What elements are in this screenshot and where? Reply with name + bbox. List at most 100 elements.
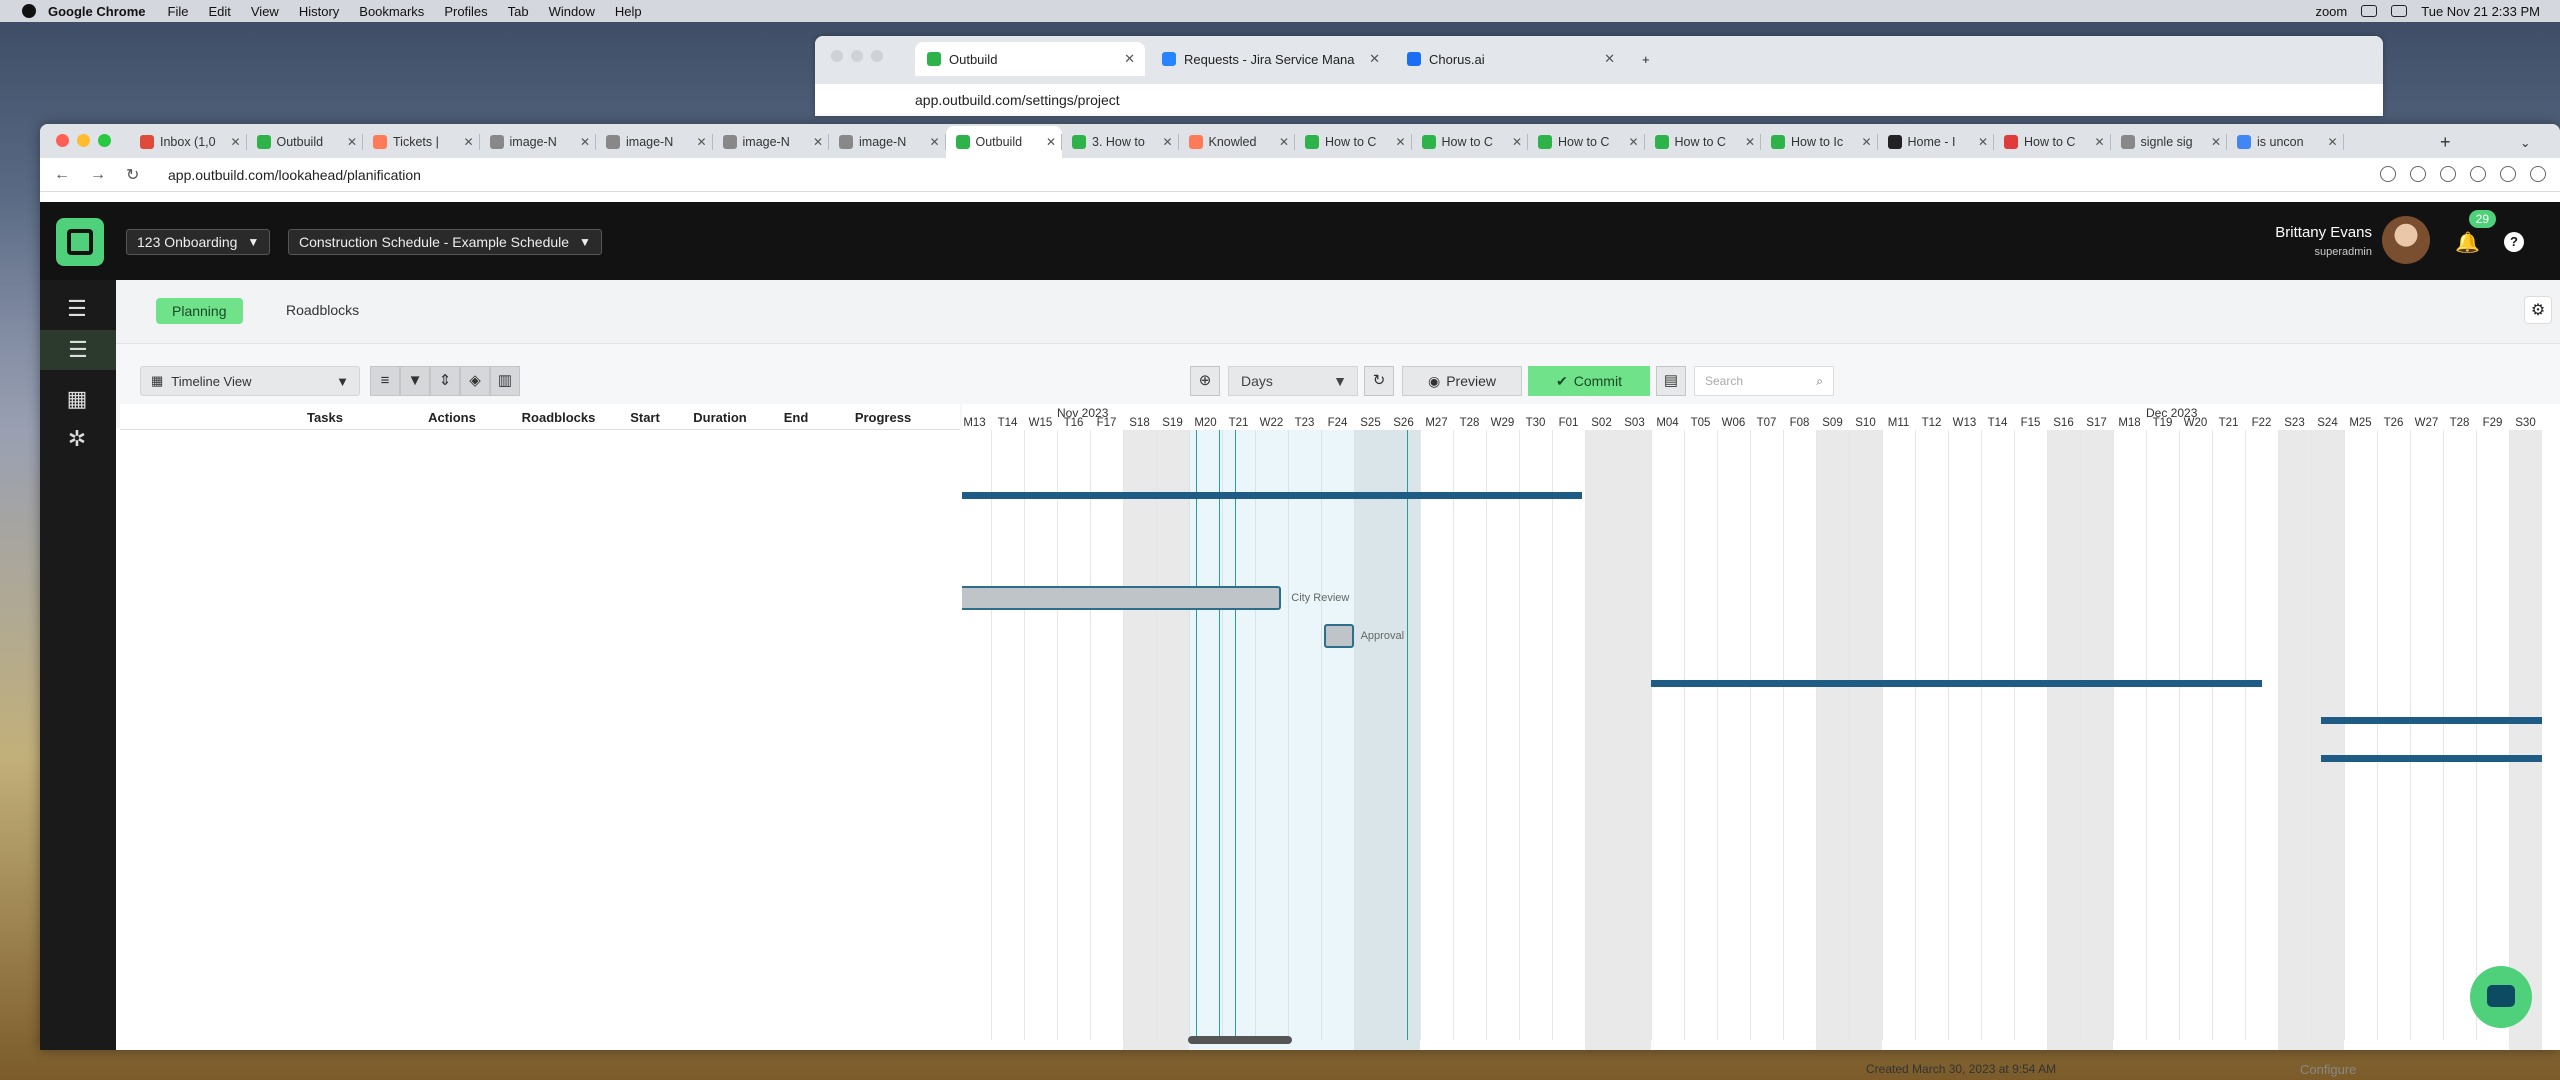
zoom-to-today-icon[interactable]: ⊕ (1190, 366, 1220, 396)
url-field[interactable]: app.outbuild.com/lookahead/planification (168, 167, 421, 183)
browser-tab[interactable]: Home - I ✕ (1878, 126, 1994, 158)
extension-icon[interactable] (2470, 166, 2486, 182)
days-select[interactable]: Days ▼ (1228, 366, 1358, 396)
document-icon[interactable]: ▤ (1656, 366, 1686, 396)
close-icon[interactable]: ✕ (2327, 135, 2337, 149)
share-icon[interactable] (2410, 166, 2426, 182)
zoom-window-button[interactable] (98, 134, 111, 147)
minimize-window-button[interactable] (77, 134, 90, 147)
col-roadblocks[interactable]: Roadblocks (515, 410, 602, 425)
browser-tab[interactable]: image-N ✕ (596, 126, 713, 158)
col-tasks[interactable]: Tasks (270, 410, 380, 425)
profile-icon[interactable] (2530, 166, 2546, 182)
sort-icon[interactable]: ⇕ (430, 366, 460, 396)
forward-icon[interactable]: → (90, 166, 112, 184)
close-icon[interactable]: ✕ (1604, 51, 1615, 67)
refresh-icon[interactable]: ↻ (1364, 366, 1394, 396)
summary-bar[interactable] (1651, 679, 2262, 687)
browser-tab[interactable]: Tickets | ✕ (363, 126, 480, 158)
back-address-bar[interactable]: app.outbuild.com/settings/project (815, 84, 2383, 116)
menu-app-name[interactable]: Google Chrome (48, 4, 146, 19)
browser-tab[interactable]: How to C ✕ (1994, 126, 2111, 158)
menu-file[interactable]: File (168, 4, 189, 19)
browser-tab[interactable]: How to Ic ✕ (1761, 126, 1878, 158)
close-icon[interactable]: ✕ (1369, 51, 1380, 67)
lookahead-icon[interactable]: ☰ (40, 330, 116, 370)
close-icon[interactable]: ✕ (1395, 135, 1405, 149)
close-icon[interactable]: ✕ (463, 135, 473, 149)
summary-bar[interactable] (962, 491, 1582, 499)
tab-planning[interactable]: Planning (156, 298, 243, 324)
col-progress[interactable]: Progress (850, 410, 916, 425)
back-icon[interactable]: ← (54, 166, 76, 184)
browser-tab[interactable]: Knowled ✕ (1179, 126, 1295, 158)
col-actions[interactable]: Actions (420, 410, 484, 425)
browser-tab[interactable]: How to C ✕ (1645, 126, 1761, 158)
zoom-status[interactable]: zoom (2315, 4, 2347, 19)
browser-tab[interactable]: How to C ✕ (1295, 126, 1412, 158)
menu-history[interactable]: History (299, 4, 339, 19)
back-url[interactable]: app.outbuild.com/settings/project (915, 92, 1120, 108)
menu-profiles[interactable]: Profiles (444, 4, 487, 19)
close-icon[interactable]: ✕ (1124, 51, 1135, 67)
bookmark-star-icon[interactable] (2440, 166, 2456, 182)
summary-bar[interactable] (2320, 717, 2542, 725)
close-icon[interactable]: ✕ (813, 135, 823, 149)
close-icon[interactable]: ✕ (1279, 135, 1289, 149)
gantt-icon[interactable]: ▥ (490, 366, 520, 396)
close-icon[interactable]: ✕ (580, 135, 590, 149)
menu-help[interactable]: Help (615, 4, 642, 19)
browser-tab[interactable]: How to C ✕ (1412, 126, 1528, 158)
company-select[interactable]: 123 Onboarding ▼ (126, 229, 271, 255)
browser-tab[interactable]: is uncon ✕ (2227, 126, 2344, 158)
close-icon[interactable]: ✕ (1512, 135, 1522, 149)
clock[interactable]: Tue Nov 21 2:33 PM (2421, 4, 2540, 19)
menu-edit[interactable]: Edit (208, 4, 230, 19)
back-tab-chorus[interactable]: Chorus.ai ✕ (1395, 42, 1625, 76)
weekly-plan-icon[interactable]: ▦ (62, 384, 92, 414)
browser-tab[interactable]: image-N ✕ (829, 126, 946, 158)
group-icon[interactable]: ◈ (460, 366, 490, 396)
close-icon[interactable]: ✕ (1628, 135, 1638, 149)
master-plan-icon[interactable]: ☰ (62, 294, 92, 324)
menu-bookmarks[interactable]: Bookmarks (359, 4, 424, 19)
browser-tab[interactable]: image-N ✕ (480, 126, 596, 158)
wifi-icon[interactable] (2391, 5, 2408, 17)
battery-icon[interactable] (2361, 5, 2378, 17)
close-icon[interactable]: ✕ (1745, 135, 1755, 149)
horizontal-scrollbar[interactable] (1188, 1036, 1292, 1044)
help-icon[interactable]: ? (2504, 232, 2524, 252)
close-icon[interactable]: ✕ (1162, 135, 1172, 149)
back-tab-outbuild[interactable]: Outbuild ✕ (915, 42, 1145, 76)
new-tab-button[interactable]: + (1630, 42, 1662, 76)
filter-icon[interactable]: ▼ (400, 366, 430, 396)
tab-roadblocks[interactable]: Roadblocks (286, 302, 359, 318)
col-end[interactable]: End (756, 410, 836, 425)
close-icon[interactable]: ✕ (2094, 135, 2104, 149)
task-bar[interactable] (962, 586, 1282, 611)
col-start[interactable]: Start (606, 410, 684, 425)
close-icon[interactable]: ✕ (696, 135, 706, 149)
close-icon[interactable]: ✕ (1978, 135, 1988, 149)
browser-tab[interactable]: signle sig ✕ (2111, 126, 2227, 158)
close-icon[interactable]: ✕ (230, 135, 240, 149)
task-bar[interactable] (1324, 624, 1355, 648)
close-window-button[interactable] (56, 134, 69, 147)
puzzle-icon[interactable] (2500, 166, 2516, 182)
bell-icon[interactable]: 🔔 (2455, 230, 2480, 255)
close-icon[interactable]: ✕ (929, 135, 939, 149)
close-icon[interactable]: ✕ (1861, 135, 1871, 149)
menu-tab[interactable]: Tab (508, 4, 529, 19)
configure-link[interactable]: Configure (2300, 1062, 2356, 1077)
zoom-icon[interactable] (2380, 166, 2396, 182)
background-browser-window[interactable]: Outbuild ✕ Requests - Jira Service Mana ✕ … (815, 36, 2383, 116)
browser-tab[interactable]: Outbuild ✕ (945, 126, 1062, 158)
columns-icon[interactable]: ≡ (370, 366, 400, 396)
schedule-select[interactable]: Construction Schedule - Example Schedule… (288, 229, 602, 255)
tab-search-icon[interactable]: ⌄ (2520, 126, 2550, 158)
close-icon[interactable]: ✕ (1046, 135, 1056, 149)
browser-tab[interactable]: image-N ✕ (713, 126, 829, 158)
chat-widget-button[interactable] (2470, 966, 2532, 1028)
search-input[interactable]: Search ⌕ (1694, 366, 1834, 396)
browser-tab[interactable]: How to C ✕ (1528, 126, 1645, 158)
